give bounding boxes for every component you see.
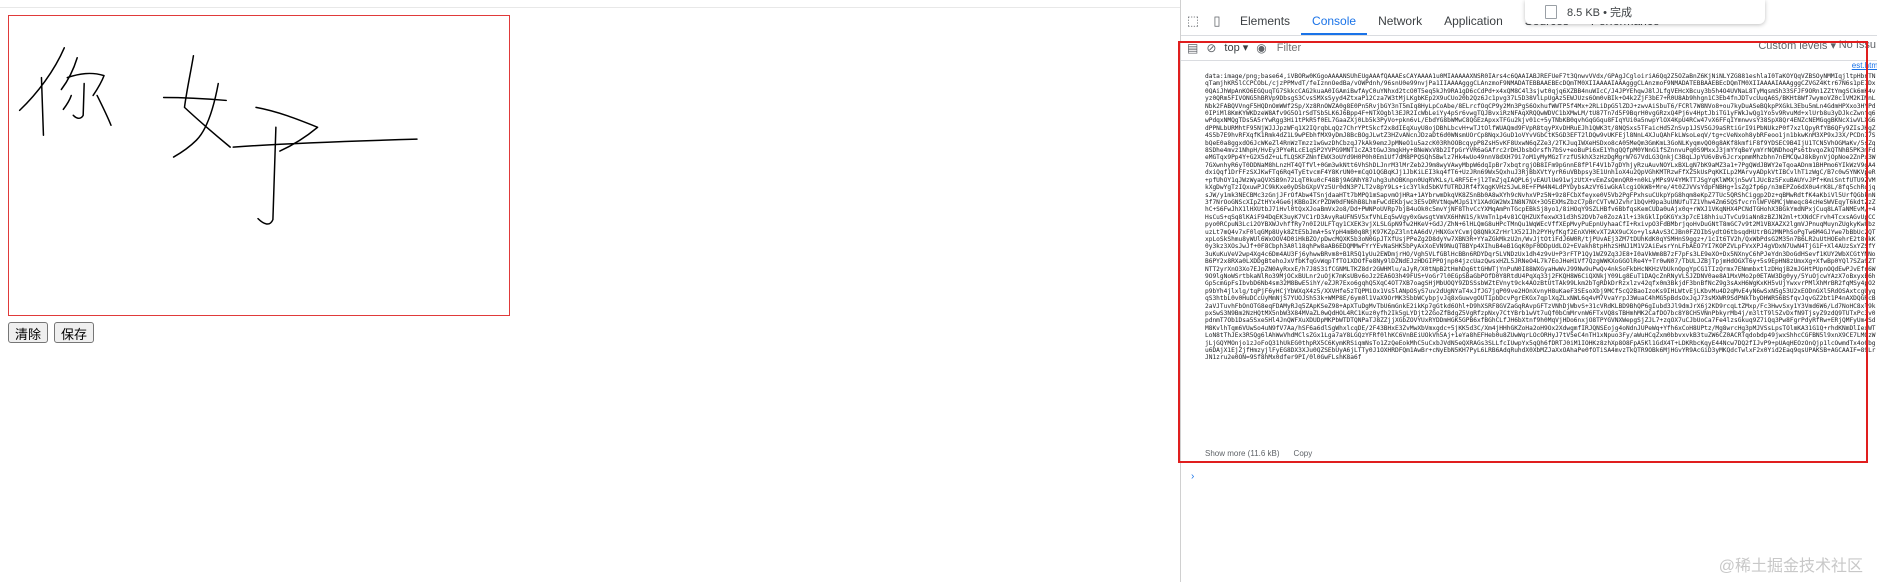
- context-selector[interactable]: top ▾: [1224, 41, 1248, 54]
- tab-network[interactable]: Network: [1367, 7, 1433, 35]
- sidebar-toggle-icon[interactable]: ▤: [1187, 41, 1198, 55]
- devtools-panel: ⬚ ▯ Elements Console Network Application…: [1180, 0, 1877, 582]
- file-icon: [1545, 5, 1557, 19]
- stroke-hao-3: [162, 96, 227, 102]
- web-page: 清除 保存: [0, 0, 1180, 582]
- inspect-element-icon[interactable]: ⬚: [1181, 7, 1205, 35]
- clear-button[interactable]: 清除: [8, 322, 49, 343]
- show-more-link[interactable]: Show more (11.6 kB): [1205, 449, 1280, 458]
- action-buttons: 清除 保存: [8, 322, 95, 343]
- console-log-message[interactable]: data:image/png;base64,iVBORw0KGgoAAAANSU…: [1205, 73, 1877, 449]
- watermark: @稀土掘金技术社区: [1718, 558, 1863, 575]
- issues-indicator[interactable]: No Issu: [1839, 39, 1876, 51]
- stroke-ni-7: [96, 94, 112, 127]
- stroke-hao-5: [257, 126, 277, 225]
- stroke-hao-1: [183, 54, 231, 148]
- filter-input[interactable]: [1274, 40, 1439, 55]
- tab-application[interactable]: Application: [1433, 7, 1514, 35]
- eye-icon[interactable]: ◉: [1256, 41, 1266, 55]
- stroke-ni-5: [72, 82, 85, 120]
- log-levels-dropdown[interactable]: Custom levels ▾: [1758, 39, 1836, 52]
- message-actions: Show more (11.6 kB) Copy: [1205, 449, 1312, 458]
- page-top-border: [0, 7, 1180, 8]
- stroke-ni-6: [62, 94, 73, 111]
- stroke-hao-6: [232, 138, 418, 148]
- save-button[interactable]: 保存: [54, 322, 95, 343]
- console-toolbar: ▤ ⊘ top ▾ ◉ Custom levels ▾ No Issu: [1181, 35, 1877, 61]
- console-output: data:image/png;base64,iVBORw0KGgoAAAANSU…: [1181, 61, 1877, 582]
- signature-canvas[interactable]: [8, 15, 510, 316]
- stroke-ni-2: [40, 76, 45, 136]
- handwriting-strokes: [18, 47, 418, 225]
- copy-link[interactable]: Copy: [1294, 449, 1313, 458]
- source-link[interactable]: est.htm: [1852, 61, 1877, 70]
- device-toolbar-icon[interactable]: ▯: [1205, 7, 1229, 35]
- stroke-hao-2: [172, 82, 220, 158]
- download-bubble[interactable]: 8.5 KB • 完成: [1525, 0, 1765, 24]
- console-prompt-chevron-icon[interactable]: ›: [1191, 471, 1194, 482]
- tab-elements[interactable]: Elements: [1229, 7, 1301, 35]
- stroke-ni-3: [60, 56, 78, 91]
- stroke-ni-4: [66, 72, 105, 97]
- clear-console-icon[interactable]: ⊘: [1206, 41, 1216, 55]
- tab-console[interactable]: Console: [1301, 7, 1368, 35]
- download-status: 8.5 KB • 完成: [1567, 7, 1632, 19]
